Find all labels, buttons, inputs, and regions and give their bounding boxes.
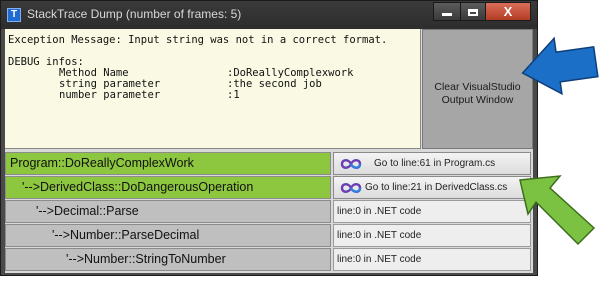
goto-line-button[interactable]: Go to line:61 in Program.cs [333, 152, 531, 175]
stack-frame-row[interactable]: '-->Number::StringToNumber [5, 248, 331, 271]
debug-info-value: :the second job [227, 78, 322, 90]
dotnet-code-label: line:0 in .NET code [333, 200, 531, 223]
stack-frame-label: Program::DoReallyComplexWork [10, 156, 194, 170]
maximize-button[interactable] [460, 2, 486, 21]
maximize-icon [468, 9, 478, 16]
stack-frame-label: '-->Decimal::Parse [36, 204, 139, 218]
visual-studio-icon [340, 183, 362, 193]
exception-message: Exception Message: Input string was not … [8, 34, 388, 46]
goto-line-label: line:0 in .NET code [337, 230, 422, 241]
visual-studio-icon [340, 159, 362, 169]
goto-line-label: line:0 in .NET code [337, 254, 422, 265]
exception-text-panel[interactable]: Exception Message: Input string was not … [5, 29, 421, 149]
close-button[interactable]: X [485, 2, 531, 21]
app-icon: T [7, 8, 21, 22]
window-title: StackTrace Dump (number of frames: 5) [27, 7, 242, 21]
dotnet-code-label: line:0 in .NET code [333, 224, 531, 247]
blue-arrow-icon [521, 36, 599, 96]
window-content: Exception Message: Input string was not … [5, 29, 533, 273]
stack-frame-row[interactable]: '-->DerivedClass::DoDangerousOperation [5, 176, 331, 199]
green-arrow-icon [519, 175, 596, 246]
stacktrace-window: T StackTrace Dump (number of frames: 5) … [0, 0, 538, 276]
debug-info-value: :1 [227, 89, 240, 101]
clear-button-label-line1: Clear VisualStudio [434, 81, 521, 93]
goto-line-label: Go to line:61 in Program.cs [374, 158, 496, 169]
close-icon: X [503, 4, 513, 19]
goto-line-button[interactable]: Go to line:21 in DerivedClass.cs [333, 176, 531, 199]
title-bar[interactable]: T StackTrace Dump (number of frames: 5) … [1, 1, 537, 29]
debug-info-name: number parameter [59, 89, 161, 101]
clear-output-window-button[interactable]: Clear VisualStudio Output Window [422, 29, 533, 149]
goto-line-label: line:0 in .NET code [337, 206, 422, 217]
stack-frame-label: '-->Number::StringToNumber [66, 252, 226, 266]
goto-line-label: Go to line:21 in DerivedClass.cs [365, 182, 508, 193]
dotnet-code-label: line:0 in .NET code [333, 248, 531, 271]
stack-frame-row[interactable]: '-->Number::ParseDecimal [5, 224, 331, 247]
clear-button-label-line2: Output Window [441, 94, 514, 106]
minimize-icon [442, 13, 452, 16]
stack-frame-label: '-->Number::ParseDecimal [52, 228, 200, 242]
stack-frame-label: '-->DerivedClass::DoDangerousOperation [22, 180, 254, 194]
minimize-button[interactable] [433, 2, 461, 21]
stack-frame-row[interactable]: '-->Decimal::Parse [5, 200, 331, 223]
stack-frame-row[interactable]: Program::DoReallyComplexWork [5, 152, 331, 175]
